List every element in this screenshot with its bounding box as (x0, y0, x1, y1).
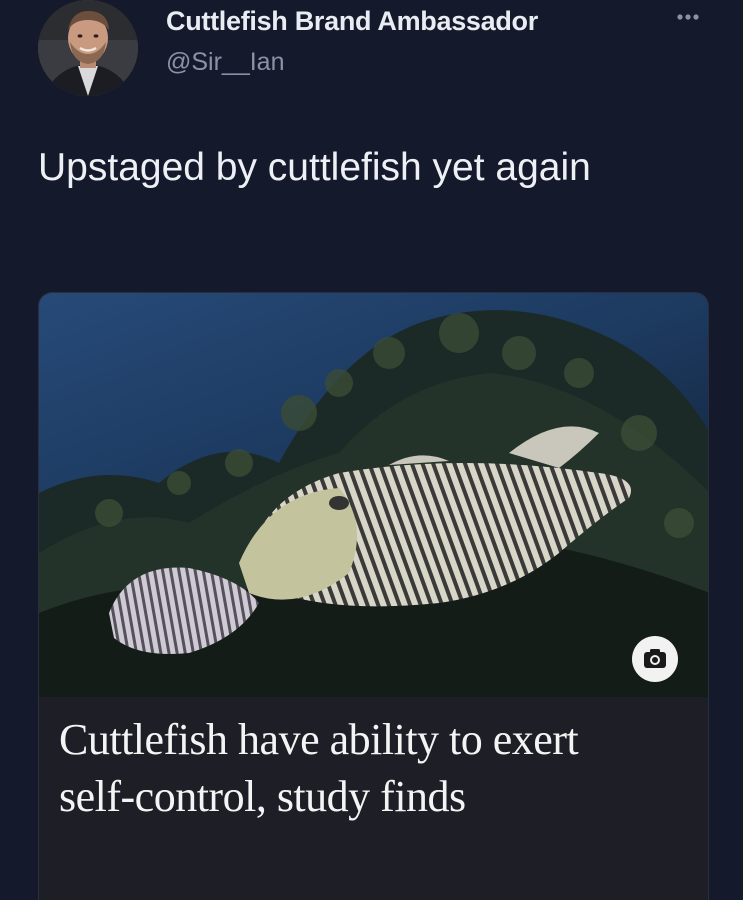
camera-icon (644, 649, 666, 668)
tweet-text: Upstaged by cuttlefish yet again (38, 146, 591, 189)
camera-button[interactable] (632, 636, 678, 682)
link-card[interactable]: Cuttlefish have ability to exert self-co… (38, 292, 709, 900)
avatar[interactable] (38, 0, 138, 96)
author-display-name[interactable]: Cuttlefish Brand Ambassador (166, 6, 538, 37)
author-handle[interactable]: @Sir__Ian (166, 48, 285, 77)
article-headline[interactable]: Cuttlefish have ability to exert self-co… (59, 711, 659, 825)
cuttlefish-photo (39, 293, 708, 697)
more-horizontal-icon (677, 14, 699, 20)
avatar-photo (38, 0, 138, 96)
more-options-button[interactable] (668, 2, 708, 32)
